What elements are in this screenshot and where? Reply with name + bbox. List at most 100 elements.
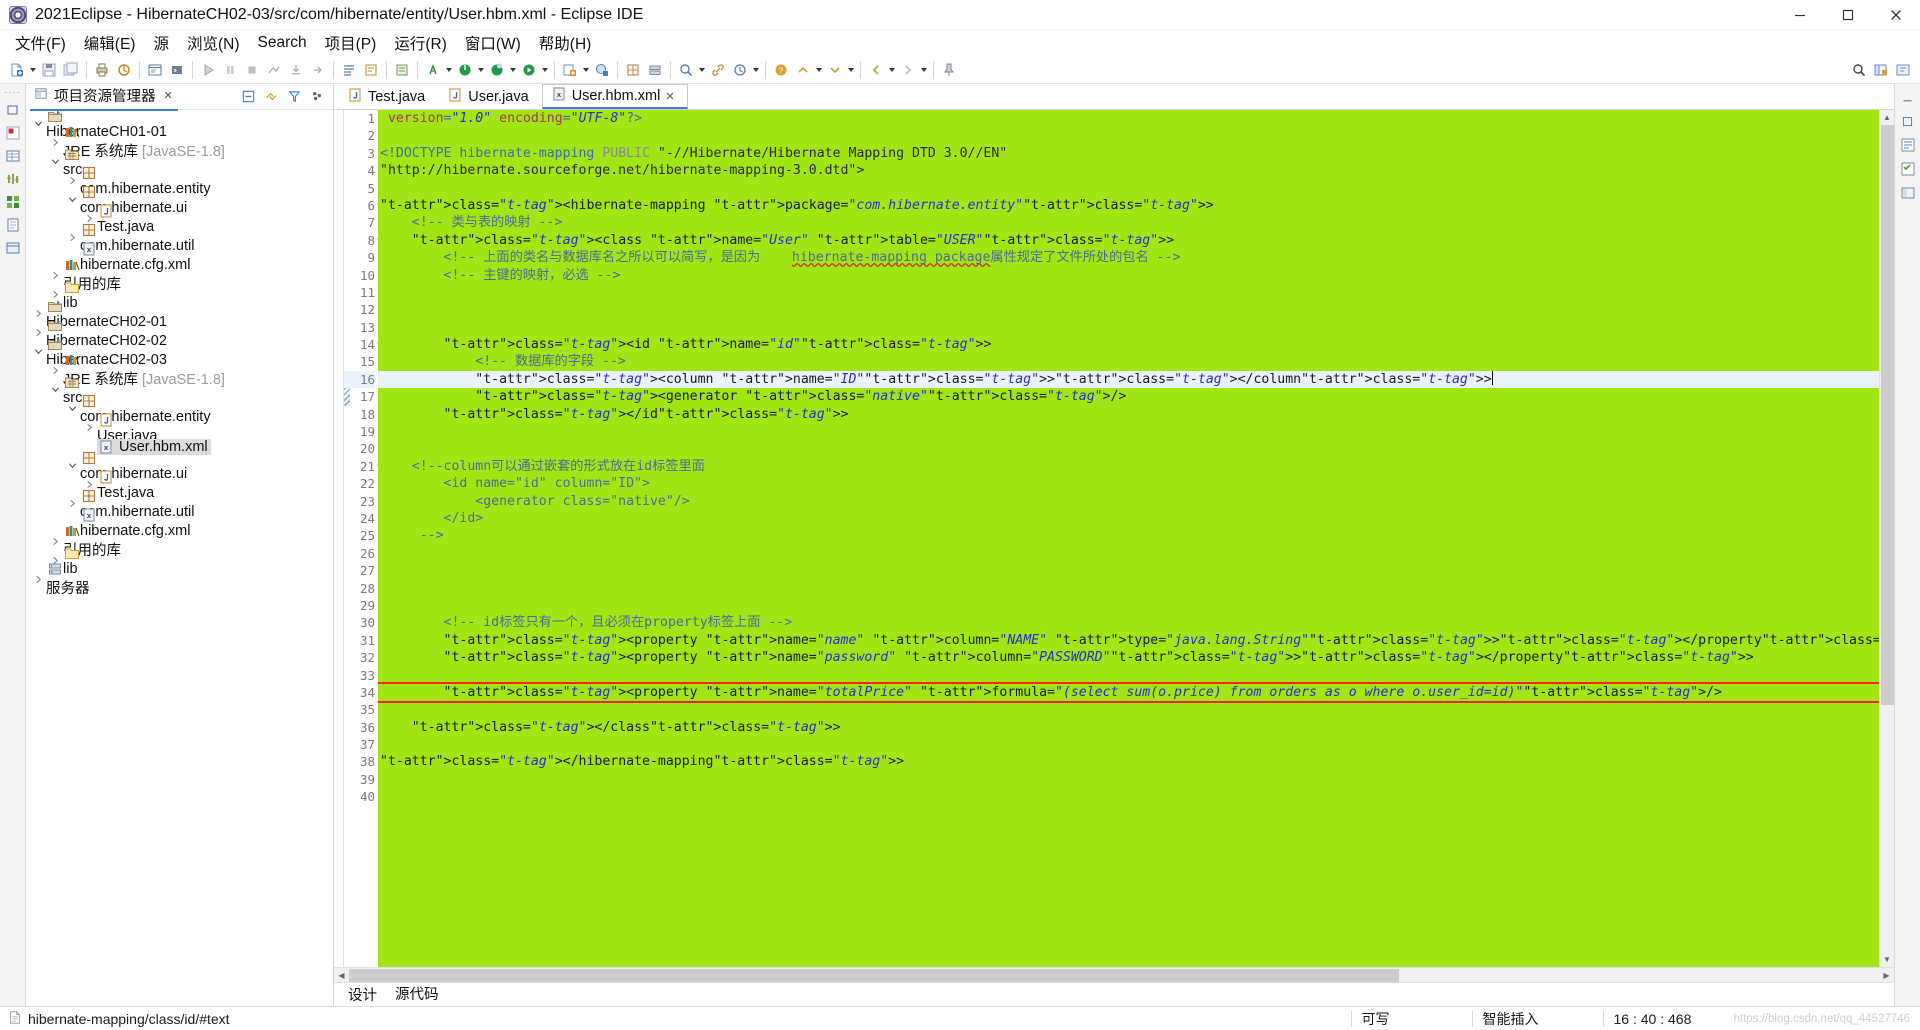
code-line[interactable]: "t-attr">class="t-tag"><property "t-attr… [378,632,1879,649]
code-line[interactable]: "t-attr">class="t-tag"></hibernate-mappi… [378,753,1879,770]
restore-icon[interactable] [4,101,22,119]
servers-icon[interactable] [4,170,22,188]
tree-item-hit[interactable]: JRE 系统库 [JavaSE-1.8] [63,352,225,389]
next-annotation-icon[interactable] [824,59,846,81]
chevron-right-icon[interactable] [47,366,63,375]
tree-item[interactable]: 服务器 [26,563,333,597]
open-perspective-icon[interactable] [1870,59,1892,81]
chevron-right-icon[interactable] [30,309,46,318]
history-icon[interactable] [729,59,751,81]
snippets-icon[interactable] [4,216,22,234]
tree-item[interactable]: com.hibernate.ui [26,451,333,482]
code-line[interactable] [378,771,1879,788]
run-dropdown-icon[interactable] [540,59,550,81]
save-icon[interactable] [38,59,60,81]
link-with-editor-icon[interactable] [261,87,281,107]
console-icon[interactable] [144,59,166,81]
code-line[interactable]: <!-- id标签只有一个，且必须在property标签上面 --> [378,614,1879,631]
vscroll-track[interactable] [1880,125,1895,952]
code-line[interactable]: <id name="id" column="ID"> [378,475,1879,492]
scroll-up-icon[interactable]: ▲ [1880,110,1895,125]
new-class-icon[interactable] [591,59,613,81]
code-line[interactable]: "t-attr">class="t-tag"><generator "t-att… [378,388,1879,405]
code-line[interactable] [378,423,1879,440]
markers-icon[interactable] [4,124,22,142]
chevron-down-icon[interactable] [47,157,63,166]
menu-project[interactable]: 项目(P) [316,29,386,57]
minimize-view-icon[interactable] [1899,88,1917,106]
view-menu-icon[interactable] [307,87,327,107]
code-line[interactable] [378,180,1879,197]
chevron-right-icon[interactable] [47,271,63,280]
code-line[interactable] [378,736,1879,753]
code-line[interactable] [378,580,1879,597]
chevron-right-icon[interactable] [64,233,80,242]
chevron-down-icon[interactable] [64,195,80,204]
code-line[interactable]: <!--column可以通过嵌套的形式放在id标签里面 [378,458,1879,475]
menu-search[interactable]: Search [249,31,316,55]
chevron-right-icon[interactable] [30,328,46,337]
outline-icon[interactable] [338,59,360,81]
chevron-down-icon[interactable] [64,404,80,413]
editor-tab[interactable]: User.java [438,84,542,109]
code-line[interactable] [378,440,1879,457]
code-line[interactable]: "http://hibernate.sourceforge.net/hibern… [378,162,1879,179]
code-line[interactable]: </id> [378,510,1879,527]
stop-icon[interactable] [241,59,263,81]
maximize-button[interactable] [1824,0,1872,30]
scroll-left-icon[interactable]: ◀ [334,968,349,983]
debug-dropdown-icon[interactable] [508,59,518,81]
new-dropdown-icon[interactable] [28,59,38,81]
chevron-right-icon[interactable] [47,138,63,147]
menu-source[interactable]: 源 [144,29,178,57]
close-icon[interactable]: ✕ [665,90,674,103]
data-source-icon[interactable] [4,193,22,211]
project-explorer-tab[interactable]: 项目资源管理器 ✕ [30,83,178,111]
chevron-right-icon[interactable] [64,176,80,185]
project-tree[interactable]: HibernateCH01-01 JRE 系统库 [JavaSE-1.8] src c… [26,110,333,1006]
step-into-icon[interactable] [285,59,307,81]
tree-item[interactable]: com.hibernate.ui [26,185,333,216]
step-return-icon[interactable] [307,59,329,81]
editor-tab[interactable]: Test.java [338,84,439,109]
run-last-icon[interactable] [197,59,219,81]
chevron-right-icon[interactable] [30,575,46,584]
menu-run[interactable]: 运行(R) [385,29,456,57]
code-line[interactable] [378,597,1879,614]
history-dropdown-icon[interactable] [751,59,761,81]
back-dropdown-icon[interactable] [887,59,897,81]
editor-vertical-scrollbar[interactable]: ▲ ▼ [1879,110,1894,967]
chevron-right-icon[interactable] [47,537,63,546]
chevron-down-icon[interactable] [30,119,46,128]
close-button[interactable] [1872,0,1920,30]
link-icon[interactable] [707,59,729,81]
prev-annotation-icon[interactable] [792,59,814,81]
ant-dropdown-icon[interactable] [444,59,454,81]
new-icon[interactable] [6,59,28,81]
coverage-dropdown-icon[interactable] [476,59,486,81]
prev-annotation-dropdown-icon[interactable] [814,59,824,81]
code-line[interactable] [378,301,1879,318]
build-icon[interactable] [113,59,135,81]
coverage-icon[interactable] [454,59,476,81]
properties-icon[interactable] [4,147,22,165]
code-line[interactable]: "t-attr">class="t-tag"></class"t-attr">c… [378,719,1879,736]
code-line[interactable] [378,788,1879,805]
hscroll-track[interactable] [349,968,1879,983]
source-code-canvas[interactable]: version="1.0" encoding="UTF-8"?> <!DOCTYP… [378,110,1879,967]
code-line[interactable]: <!-- 上面的类名与数据库名之所以可以简写，是因为 hibernate-map… [378,249,1879,266]
java-perspective-icon[interactable] [1892,59,1914,81]
close-icon[interactable]: ✕ [164,89,173,102]
back-icon[interactable] [865,59,887,81]
code-line[interactable]: <!DOCTYPE hibernate-mapping PUBLIC "-//H… [378,145,1879,162]
save-all-icon[interactable] [60,59,82,81]
debug-icon[interactable] [486,59,508,81]
collapse-all-icon[interactable] [238,87,258,107]
editor-bottom-tab[interactable]: 源代码 [391,981,443,1008]
palette-icon[interactable] [1899,184,1917,202]
code-line[interactable]: "t-attr">class="t-tag"><property "t-attr… [378,681,1879,704]
menu-window[interactable]: 窗口(W) [456,29,530,57]
chevron-down-icon[interactable] [64,461,80,470]
open-type-icon[interactable] [391,59,413,81]
scroll-right-icon[interactable]: ▶ [1879,968,1894,983]
